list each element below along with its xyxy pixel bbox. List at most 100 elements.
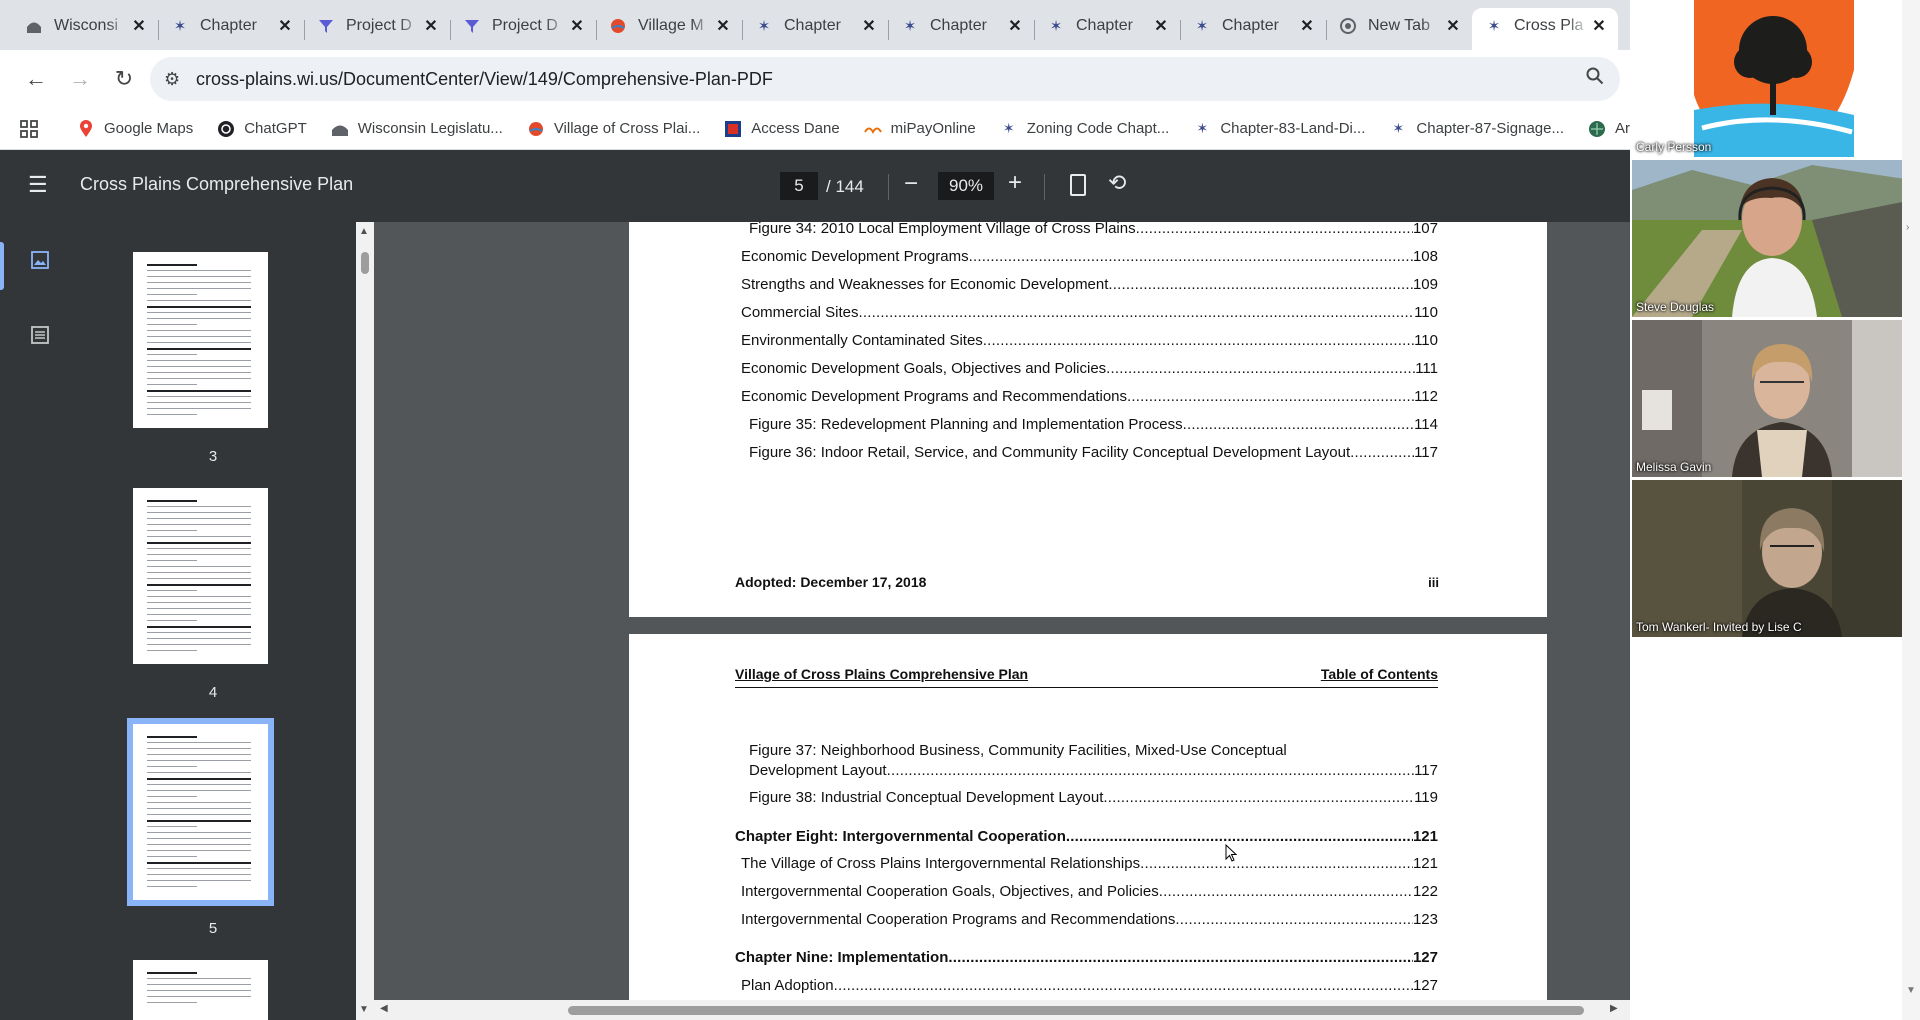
scroll-down-icon[interactable]: ▼	[359, 1004, 369, 1015]
close-tab-icon[interactable]: ✕	[860, 16, 878, 36]
toc-entry-text: Commercial Sites	[741, 304, 859, 321]
scrollbar-thumb[interactable]	[361, 252, 369, 274]
tab-cross-plains-active[interactable]: ✶ Cross Pla ✕	[1472, 8, 1618, 50]
scroll-right-icon[interactable]: ›	[1906, 222, 1909, 233]
close-tab-icon[interactable]: ✕	[1590, 16, 1608, 36]
scroll-down-icon[interactable]: ▼	[1906, 985, 1916, 996]
bookmark-label: Wisconsin Legislatu...	[357, 120, 503, 137]
toc-entry[interactable]: Intergovernmental Cooperation Programs a…	[735, 911, 1438, 928]
bookmark-chatgpt[interactable]: ChatGPT	[217, 120, 307, 138]
participant-tile[interactable]: Steve Douglas	[1632, 160, 1912, 317]
tab-chapter[interactable]: ✶ Chapter ✕	[1180, 8, 1326, 50]
toc-entry[interactable]: Environmentally Contaminated Sites 110	[735, 332, 1438, 349]
bookmark-chapter-83[interactable]: ✶ Chapter-83-Land-Di...	[1193, 120, 1365, 138]
bookmark-village-cross-plains[interactable]: Village of Cross Plai...	[527, 120, 700, 138]
close-tab-icon[interactable]: ✕	[714, 16, 732, 36]
toc-entry[interactable]: Economic Development Programs 108	[735, 248, 1438, 265]
close-tab-icon[interactable]: ✕	[130, 16, 148, 36]
zoom-out-button[interactable]: −	[904, 170, 918, 198]
participant-tile[interactable]: Tom Wankerl- Invited by Lise C	[1632, 480, 1912, 637]
page-thumbnail[interactable]	[133, 488, 268, 664]
toc-entry[interactable]: Plan Adoption 127	[735, 977, 1438, 994]
participant-tile[interactable]: Carly Persson	[1632, 0, 1912, 157]
bookmark-google-maps[interactable]: Google Maps	[77, 119, 193, 138]
thumbnail-text-line	[147, 318, 251, 319]
tab-chapter[interactable]: ✶ Chapter ✕	[742, 8, 888, 50]
thumbnail-text-line	[147, 868, 251, 869]
scroll-right-icon[interactable]: ▶	[1610, 1003, 1618, 1014]
tab-village-m[interactable]: Village M ✕	[596, 8, 742, 50]
toc-entry-page: 117	[1414, 444, 1438, 461]
toc-entry[interactable]: The Village of Cross Plains Intergovernm…	[735, 855, 1438, 872]
url-text[interactable]: cross-plains.wi.us/DocumentCenter/View/1…	[196, 69, 1586, 90]
toc-entry[interactable]: Figure 35: Redevelopment Planning and Im…	[735, 416, 1438, 433]
scroll-left-icon[interactable]: ◀	[380, 1003, 388, 1014]
bookmark-wisconsin-legislature[interactable]: Wisconsin Legislatu...	[331, 120, 503, 138]
toc-entry[interactable]: Figure 36: Indoor Retail, Service, and C…	[735, 444, 1438, 461]
page-thumbnail[interactable]	[133, 252, 268, 428]
thumbnail-text-line	[147, 366, 251, 367]
close-tab-icon[interactable]: ✕	[1298, 16, 1316, 36]
apps-button[interactable]	[20, 119, 47, 138]
site-settings-icon[interactable]: ⚙	[164, 69, 186, 90]
thumbnail-page-number: 5	[208, 920, 218, 937]
call-panel-scrollbar[interactable]: › ▼	[1902, 0, 1920, 1020]
bookmark-zoning-code[interactable]: ✶ Zoning Code Chapt...	[1000, 120, 1169, 138]
outline-icon[interactable]	[30, 325, 50, 345]
tab-new-tab[interactable]: New Tab ✕	[1326, 8, 1472, 50]
close-tab-icon[interactable]: ✕	[422, 16, 440, 36]
close-tab-icon[interactable]: ✕	[276, 16, 294, 36]
thumbnail-text-line	[147, 790, 251, 791]
bookmark-chapter-87[interactable]: ✶ Chapter-87-Signage...	[1389, 120, 1564, 138]
zoom-in-button[interactable]: +	[1008, 169, 1022, 197]
pdf-document-area[interactable]: Figure 33: Projected Employees by Indust…	[374, 222, 1630, 1000]
close-tab-icon[interactable]: ✕	[1006, 16, 1024, 36]
thumbnails-icon[interactable]	[30, 250, 50, 270]
scroll-up-icon[interactable]: ▲	[359, 226, 369, 237]
toc-entry[interactable]: Commercial Sites 110	[735, 304, 1438, 321]
zoom-level-input[interactable]: 90%	[938, 172, 994, 200]
thumbnail-text-line	[147, 838, 251, 839]
toc-entry[interactable]: Economic Development Programs and Recomm…	[735, 388, 1438, 405]
reload-button[interactable]: ↻	[102, 57, 146, 101]
fit-page-icon[interactable]	[1070, 174, 1086, 196]
toc-entry[interactable]: Economic Development Goals, Objectives a…	[735, 360, 1438, 377]
close-tab-icon[interactable]: ✕	[568, 16, 586, 36]
bookmark-access-dane[interactable]: Access Dane	[724, 120, 840, 138]
page-thumbnail[interactable]	[133, 960, 268, 1020]
tab-chapter[interactable]: ✶ Chapter ✕	[158, 8, 304, 50]
tab-project-d[interactable]: Project D ✕	[304, 8, 450, 50]
page-thumbnail[interactable]	[127, 718, 274, 906]
thumbnail-text-line	[147, 402, 251, 403]
participant-tile[interactable]: Melissa Gavin	[1632, 320, 1912, 477]
tab-wisconsin[interactable]: Wisconsi ✕	[12, 8, 158, 50]
thumbnail-scrollbar[interactable]: ▲ ▼	[356, 222, 374, 1020]
tab-chapter[interactable]: ✶ Chapter ✕	[1034, 8, 1180, 50]
back-button[interactable]: ←	[14, 57, 58, 101]
forward-button[interactable]: →	[58, 57, 102, 101]
toc-entry[interactable]: Intergovernmental Cooperation Goals, Obj…	[735, 883, 1438, 900]
toc-entry[interactable]: Development Layout 117	[735, 762, 1438, 779]
tab-title: Project D	[492, 17, 558, 34]
thumbnail-text-line	[147, 742, 251, 743]
toc-entry[interactable]: Strengths and Weaknesses for Economic De…	[735, 276, 1438, 293]
document-horizontal-scrollbar[interactable]: ◀ ▶	[374, 1000, 1630, 1020]
thumbnail-text-line	[147, 348, 251, 350]
toc-entry[interactable]: Figure 34: 2010 Local Employment Village…	[735, 222, 1438, 237]
tab-chapter[interactable]: ✶ Chapter ✕	[888, 8, 1034, 50]
thumbnail-text-line	[147, 638, 251, 639]
toc-entry[interactable]: Figure 38: Industrial Conceptual Develop…	[735, 789, 1438, 806]
rotate-icon[interactable]: ⟲	[1108, 170, 1126, 196]
tab-project-d[interactable]: Project D ✕	[450, 8, 596, 50]
toc-chapter-entry[interactable]: Chapter Eight: Intergovernmental Coopera…	[735, 828, 1438, 845]
menu-icon[interactable]: ☰	[28, 174, 52, 198]
close-tab-icon[interactable]: ✕	[1152, 16, 1170, 36]
search-icon[interactable]	[1586, 67, 1620, 91]
page-number-input[interactable]: 5	[780, 172, 818, 200]
bookmark-mipayonline[interactable]: miPayOnline	[863, 120, 976, 138]
toc-entry-text: Intergovernmental Cooperation Programs a…	[741, 911, 1176, 928]
address-bar[interactable]: ⚙ cross-plains.wi.us/DocumentCenter/View…	[150, 57, 1620, 101]
close-tab-icon[interactable]: ✕	[1444, 16, 1462, 36]
toc-chapter-entry[interactable]: Chapter Nine: Implementation 127	[735, 949, 1438, 966]
scrollbar-thumb[interactable]	[568, 1006, 1584, 1015]
